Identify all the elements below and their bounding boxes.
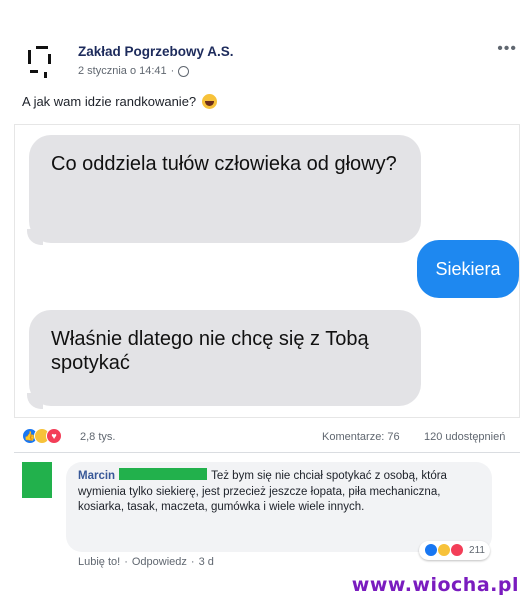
post-text: A jak wam idzie randkowanie? (22, 94, 218, 109)
laughing-emoji-icon (202, 94, 218, 109)
reaction-count[interactable]: 2,8 tys. (80, 431, 115, 443)
post-stats: 👍 ♥ 2,8 tys. Komentarze: 76 120 udostępn… (22, 428, 520, 448)
shares-count[interactable]: 120 udostępnień (424, 431, 505, 443)
comment-author[interactable]: Marcin (78, 470, 115, 482)
like-icon (424, 543, 439, 558)
reaction-icons[interactable]: 👍 ♥ (22, 428, 62, 444)
comment-bubble: Marcin Też bym się nie chciał spotykać z … (66, 462, 492, 560)
page-avatar[interactable] (18, 40, 64, 86)
site-watermark: www.wiocha.pl (351, 574, 519, 596)
comment-age[interactable]: 3 d (199, 556, 214, 568)
post-timestamp[interactable]: 2 stycznia o 14:41 (78, 65, 167, 77)
post-author[interactable]: Zakład Pogrzebowy A.S. (78, 44, 234, 59)
comment-like-button[interactable]: Lubię to! (78, 556, 120, 568)
comment-reply-button[interactable]: Odpowiedz (132, 556, 187, 568)
comment-actions: Lubię to! · Odpowiedz · 3 d (78, 556, 214, 568)
post-meta: 2 stycznia o 14:41 · (78, 65, 190, 77)
globe-icon (178, 65, 190, 77)
love-icon: ♥ (46, 428, 62, 444)
post-caption: A jak wam idzie randkowanie? (22, 94, 197, 109)
love-icon (450, 543, 465, 558)
comments-count[interactable]: Komentarze: 76 (322, 431, 400, 443)
separator: · (190, 556, 195, 568)
redacted-surname (119, 468, 208, 480)
comment-avatar[interactable] (22, 462, 52, 498)
ellipsis-icon[interactable]: ••• (497, 40, 517, 58)
post-header: Zakład Pogrzebowy A.S. 2 stycznia o 14:4… (14, 38, 519, 88)
haha-icon (437, 543, 452, 558)
separator: · (124, 556, 128, 568)
chat-message-incoming: Właśnie dlatego nie chcę się z Tobą spot… (29, 310, 421, 406)
chat-screenshot-image[interactable]: Co oddziela tułów człowieka od głowy? Si… (14, 124, 520, 418)
comment-reaction-count: 211 (469, 544, 485, 556)
chat-message-incoming: Co oddziela tułów człowieka od głowy? (29, 135, 421, 243)
divider (14, 452, 520, 453)
comment-reactions[interactable]: 211 (419, 540, 490, 560)
chat-message-outgoing: Siekiera (417, 240, 519, 298)
